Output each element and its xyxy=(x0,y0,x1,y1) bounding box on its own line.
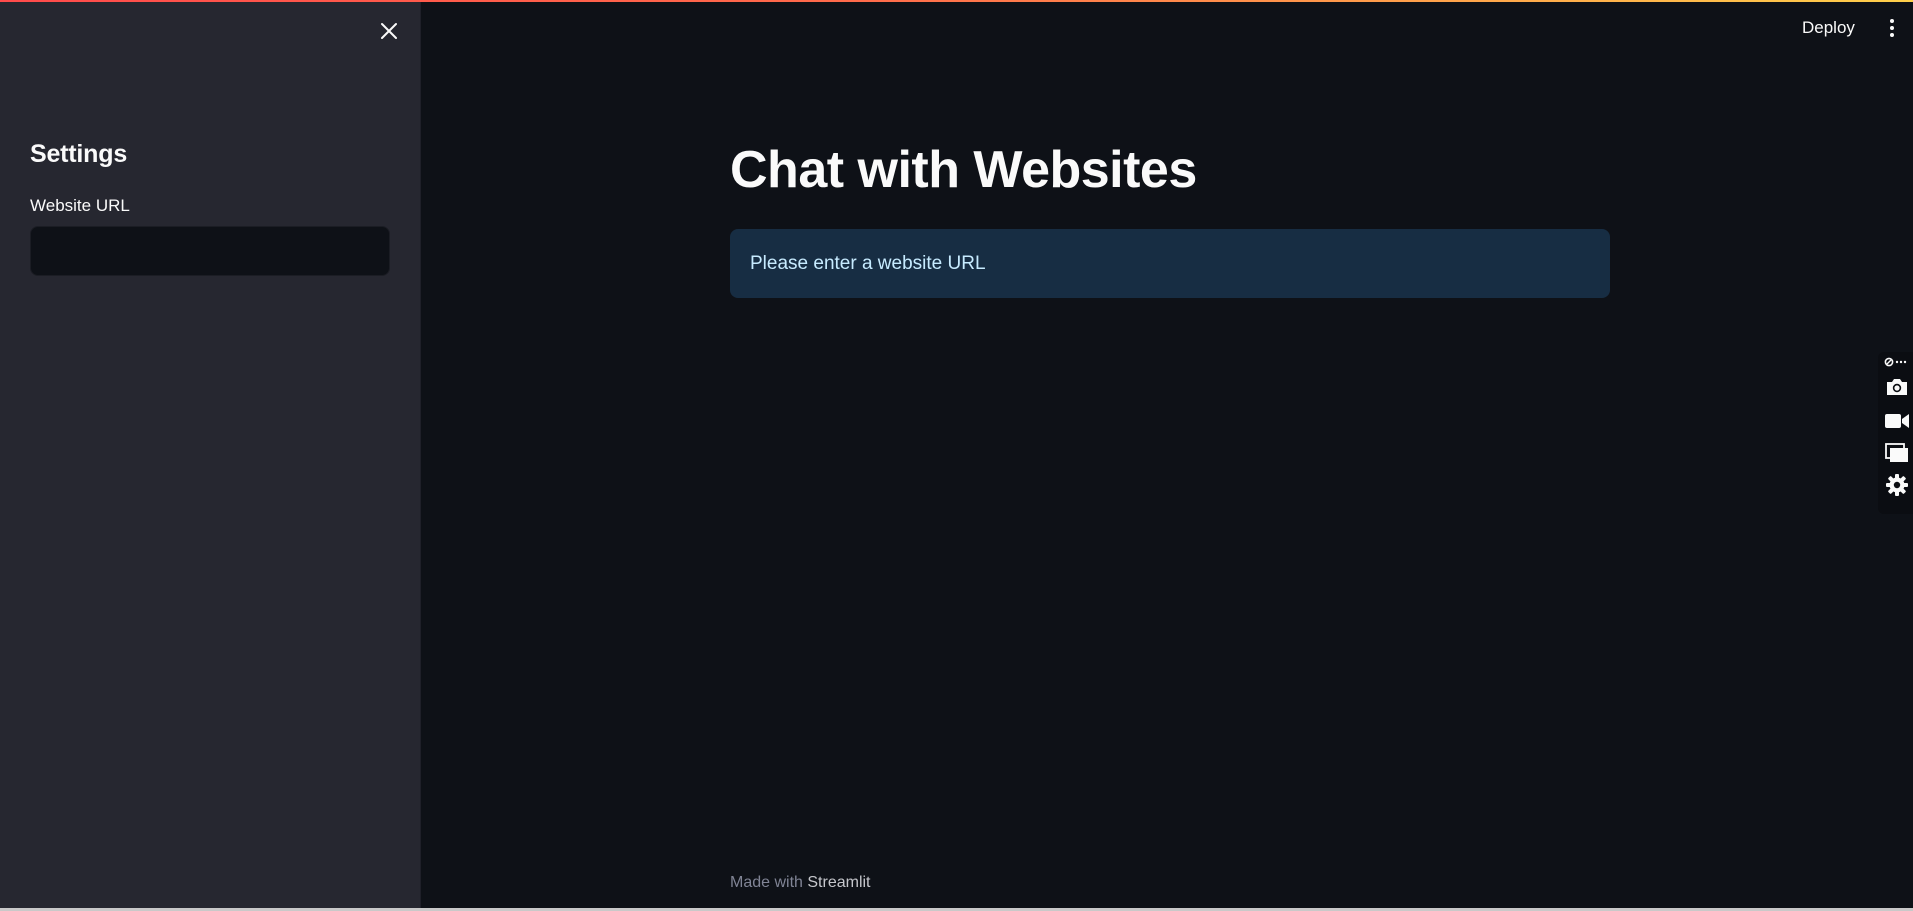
footer: Made with Streamlit xyxy=(730,874,871,892)
sidebar-divider xyxy=(420,0,421,911)
close-icon xyxy=(381,23,397,39)
video-camera-icon xyxy=(1885,414,1909,428)
top-accent-bar xyxy=(0,0,1913,2)
streamlit-link[interactable]: Streamlit xyxy=(807,874,870,891)
menu-dot-icon xyxy=(1890,33,1894,37)
info-alert-text: Please enter a website URL xyxy=(750,252,986,274)
windows-button[interactable] xyxy=(1883,440,1911,466)
app-window: Settings Website URL Deploy Chat with We… xyxy=(0,0,1913,911)
record-video-button[interactable] xyxy=(1883,408,1911,434)
toolbar-expand-button[interactable] xyxy=(1884,356,1910,368)
windows-icon xyxy=(1885,443,1908,462)
screenshot-button[interactable] xyxy=(1883,374,1911,400)
capture-more-icon xyxy=(1884,357,1907,367)
sidebar-title: Settings xyxy=(30,140,128,168)
page-title: Chat with Websites xyxy=(730,141,1197,199)
info-alert: Please enter a website URL xyxy=(730,229,1610,298)
gear-icon xyxy=(1886,474,1908,496)
website-url-label: Website URL xyxy=(30,196,130,215)
menu-dot-icon xyxy=(1890,19,1894,23)
main-menu-button[interactable] xyxy=(1880,14,1904,42)
settings-button[interactable] xyxy=(1883,472,1911,498)
footer-made-with: Made with xyxy=(730,874,803,891)
camera-icon xyxy=(1887,379,1907,395)
side-toolbar xyxy=(1878,352,1913,514)
menu-dot-icon xyxy=(1890,26,1894,30)
website-url-input[interactable] xyxy=(30,226,390,276)
deploy-button[interactable]: Deploy xyxy=(1794,12,1863,44)
close-sidebar-button[interactable] xyxy=(374,16,404,46)
sidebar: Settings Website URL xyxy=(0,0,420,911)
